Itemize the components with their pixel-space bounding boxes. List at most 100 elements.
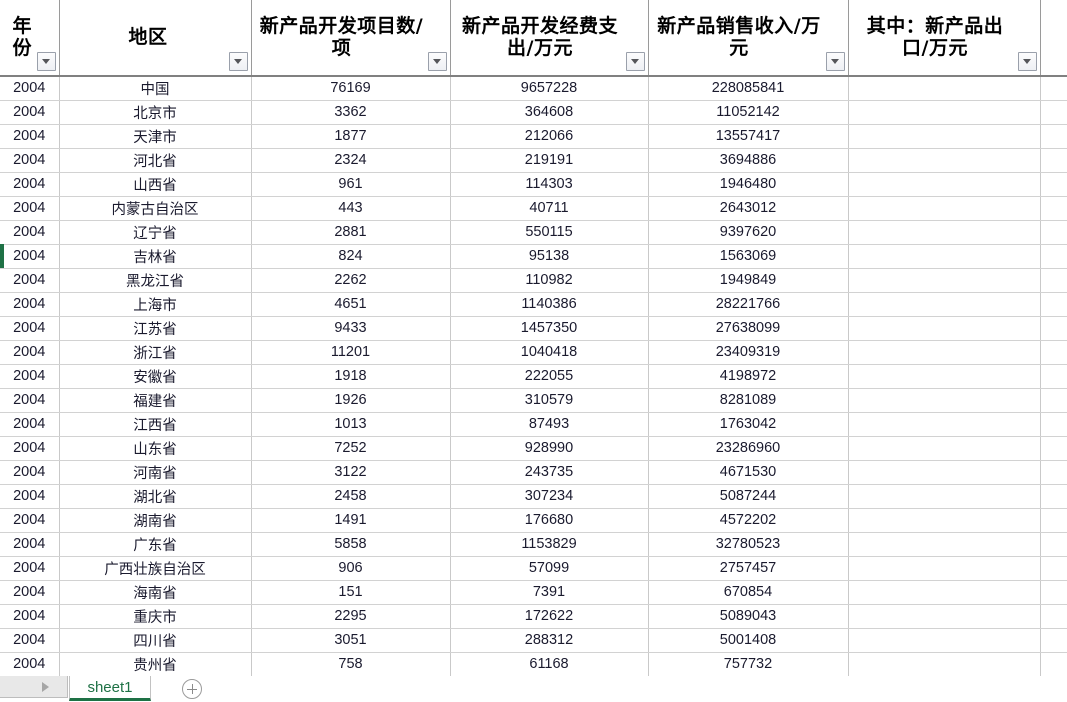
cell-num1[interactable]: 11201 [251,340,451,365]
cell-num4[interactable] [848,244,1041,269]
cell-num2[interactable]: 219191 [450,148,649,173]
cell-year[interactable]: 2004 [0,196,60,221]
table-row[interactable]: 2004 湖南省 1491 176680 4572202 [0,508,1067,533]
cell-year[interactable]: 2004 [0,412,60,437]
cell-region[interactable]: 河北省 [59,148,252,173]
cell-spacer[interactable] [1040,100,1067,125]
cell-num1[interactable]: 824 [251,244,451,269]
cell-num3[interactable]: 5087244 [648,484,849,509]
cell-num4[interactable] [848,484,1041,509]
cell-num2[interactable]: 550115 [450,220,649,245]
cell-num1[interactable]: 961 [251,172,451,197]
cell-num4[interactable] [848,604,1041,629]
cell-num1[interactable]: 906 [251,556,451,581]
cell-num3[interactable]: 4198972 [648,364,849,389]
cell-region[interactable]: 重庆市 [59,604,252,629]
filter-dropdown-icon-num2[interactable] [625,52,645,71]
cell-spacer[interactable] [1040,484,1067,509]
cell-num1[interactable]: 7252 [251,436,451,461]
table-row[interactable]: 2004 吉林省 824 95138 1563069 [0,244,1067,269]
cell-num3[interactable]: 228085841 [648,76,849,101]
cell-num2[interactable]: 110982 [450,268,649,293]
cell-num4[interactable] [848,628,1041,653]
cell-num1[interactable]: 2458 [251,484,451,509]
cell-region[interactable]: 山东省 [59,436,252,461]
cell-num4[interactable] [848,220,1041,245]
cell-num1[interactable]: 2295 [251,604,451,629]
table-row[interactable]: 2004 安徽省 1918 222055 4198972 [0,364,1067,389]
cell-num2[interactable]: 243735 [450,460,649,485]
cell-region[interactable]: 广东省 [59,532,252,557]
table-row[interactable]: 2004 重庆市 2295 172622 5089043 [0,604,1067,629]
cell-spacer[interactable] [1040,604,1067,629]
cell-num1[interactable]: 151 [251,580,451,605]
table-row[interactable]: 2004 山西省 961 114303 1946480 [0,172,1067,197]
cell-num2[interactable]: 40711 [450,196,649,221]
cell-year[interactable]: 2004 [0,532,60,557]
cell-num3[interactable]: 3694886 [648,148,849,173]
sheet-tab-sheet1[interactable]: sheet1 [69,676,151,701]
cell-region[interactable]: 黑龙江省 [59,268,252,293]
table-row[interactable]: 2004 河南省 3122 243735 4671530 [0,460,1067,485]
cell-num4[interactable] [848,172,1041,197]
filter-dropdown-icon-num1[interactable] [427,52,447,71]
cell-year[interactable]: 2004 [0,76,60,101]
cell-num1[interactable]: 9433 [251,316,451,341]
cell-num3[interactable]: 2757457 [648,556,849,581]
cell-num4[interactable] [848,268,1041,293]
cell-region[interactable]: 上海市 [59,292,252,317]
cell-num2[interactable]: 87493 [450,412,649,437]
cell-num4[interactable] [848,580,1041,605]
cell-num3[interactable]: 13557417 [648,124,849,149]
cell-num4[interactable] [848,532,1041,557]
triangle-right-icon[interactable] [42,681,49,692]
cell-num2[interactable]: 222055 [450,364,649,389]
cell-year[interactable]: 2004 [0,364,60,389]
cell-num4[interactable] [848,436,1041,461]
table-row[interactable]: 2004 福建省 1926 310579 8281089 [0,388,1067,413]
table-row[interactable]: 2004 江西省 1013 87493 1763042 [0,412,1067,437]
cell-num2[interactable]: 114303 [450,172,649,197]
cell-num4[interactable] [848,652,1041,676]
cell-num2[interactable]: 172622 [450,604,649,629]
cell-spacer[interactable] [1040,388,1067,413]
cell-num2[interactable]: 57099 [450,556,649,581]
table-row[interactable]: 2004 黑龙江省 2262 110982 1949849 [0,268,1067,293]
cell-region[interactable]: 湖北省 [59,484,252,509]
cell-year[interactable]: 2004 [0,388,60,413]
cell-spacer[interactable] [1040,508,1067,533]
cell-num3[interactable]: 9397620 [648,220,849,245]
filter-dropdown-icon-year[interactable] [36,52,56,71]
cell-year[interactable]: 2004 [0,172,60,197]
cell-num4[interactable] [848,124,1041,149]
cell-num2[interactable]: 176680 [450,508,649,533]
cell-year[interactable]: 2004 [0,316,60,341]
table-row[interactable]: 2004 北京市 3362 364608 11052142 [0,100,1067,125]
cell-num1[interactable]: 758 [251,652,451,676]
cell-num2[interactable]: 212066 [450,124,649,149]
cell-region[interactable]: 江西省 [59,412,252,437]
cell-num3[interactable]: 23286960 [648,436,849,461]
cell-region[interactable]: 北京市 [59,100,252,125]
cell-num4[interactable] [848,556,1041,581]
cell-num3[interactable]: 2643012 [648,196,849,221]
table-row[interactable]: 2004 浙江省 11201 1040418 23409319 [0,340,1067,365]
table-row[interactable]: 2004 中国 76169 9657228 228085841 [0,76,1067,101]
cell-spacer[interactable] [1040,220,1067,245]
cell-num3[interactable]: 32780523 [648,532,849,557]
cell-num2[interactable]: 310579 [450,388,649,413]
cell-num1[interactable]: 5858 [251,532,451,557]
cell-num4[interactable] [848,460,1041,485]
cell-year[interactable]: 2004 [0,484,60,509]
cell-region[interactable]: 内蒙古自治区 [59,196,252,221]
table-row[interactable]: 2004 湖北省 2458 307234 5087244 [0,484,1067,509]
cell-num4[interactable] [848,412,1041,437]
plus-circle-icon[interactable] [182,679,202,699]
cell-region[interactable]: 四川省 [59,628,252,653]
cell-num1[interactable]: 2881 [251,220,451,245]
cell-num3[interactable]: 5089043 [648,604,849,629]
table-row[interactable]: 2004 广西壮族自治区 906 57099 2757457 [0,556,1067,581]
cell-year[interactable]: 2004 [0,148,60,173]
cell-region[interactable]: 天津市 [59,124,252,149]
cell-num2[interactable]: 1140386 [450,292,649,317]
